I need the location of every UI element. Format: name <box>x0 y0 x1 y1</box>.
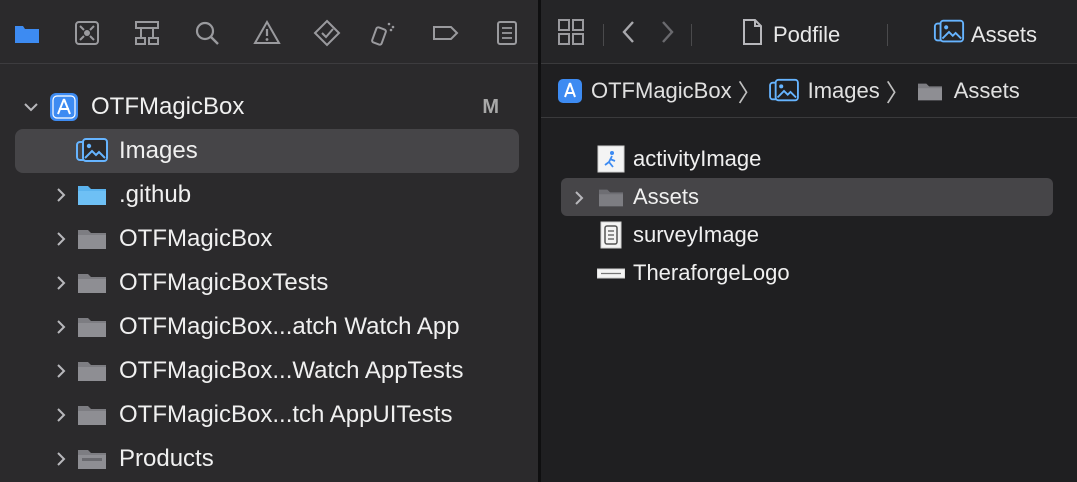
chevron-right-icon[interactable] <box>51 361 71 381</box>
image-set-icon <box>597 221 625 249</box>
document-icon <box>741 18 763 51</box>
tree-row-label: OTFMagicBox...Watch AppTests <box>119 357 464 384</box>
asset-label: activityImage <box>633 146 762 171</box>
chevron-right-icon[interactable] <box>51 405 71 425</box>
tab-assets[interactable]: Assets <box>933 18 1037 51</box>
toolbar-divider <box>887 24 888 46</box>
source-control-icon[interactable] <box>72 18 102 48</box>
folder-blue-icon <box>75 180 109 210</box>
editor-tab-bar: Podfile Assets <box>541 0 1077 64</box>
breadcrumb-label: Assets <box>953 77 1020 103</box>
image-set-icon <box>597 145 625 173</box>
asset-catalog-icon <box>768 78 800 104</box>
chevron-right-icon[interactable] <box>51 229 71 249</box>
asset-label: Assets <box>633 184 700 209</box>
modified-badge: M <box>482 95 499 118</box>
chevron-right-icon[interactable] <box>569 188 589 208</box>
project-navigator: OTFMagicBox M Images .github OTFMagicBox <box>0 0 538 482</box>
folder-icon <box>75 224 109 254</box>
tree-row-label: OTFMagicBox <box>119 225 273 252</box>
tree-row-folder[interactable]: OTFMagicBox...atch Watch App <box>15 305 519 349</box>
tree-row-label: Products <box>119 445 214 472</box>
app-icon <box>47 92 81 122</box>
tab-podfile[interactable]: Podfile <box>741 18 840 51</box>
folder-icon <box>75 356 109 386</box>
tree-row-label: Images <box>119 137 198 164</box>
folder-icon <box>75 268 109 298</box>
tree-row-folder[interactable]: OTFMagicBox <box>15 217 519 261</box>
folder-icon <box>916 79 944 103</box>
grid-icon[interactable] <box>557 18 585 46</box>
project-name: OTFMagicBox <box>91 93 245 120</box>
hierarchy-icon[interactable] <box>132 18 162 48</box>
tree-row-folder[interactable]: OTFMagicBox...Watch AppTests <box>15 349 519 393</box>
image-set-icon <box>597 259 625 287</box>
chevron-right-icon[interactable] <box>51 449 71 469</box>
chevron-right-icon[interactable] <box>51 185 71 205</box>
tree-row-label: OTFMagicBoxTests <box>119 269 329 296</box>
asset-label: surveyImage <box>633 222 759 247</box>
tree-row-images[interactable]: Images <box>15 129 519 173</box>
tab-label: Podfile <box>773 21 841 47</box>
warning-icon[interactable] <box>252 18 282 48</box>
breadcrumb-separator-icon: 〉 <box>737 80 762 107</box>
breadcrumb-assets[interactable]: Assets <box>916 78 1020 104</box>
tab-label: Assets <box>971 21 1038 47</box>
breadcrumb-separator-icon: 〉 <box>885 80 910 107</box>
breakpoint-icon[interactable] <box>430 18 460 48</box>
app-icon <box>557 78 583 104</box>
navigator-toolbar <box>0 0 538 64</box>
tree-row-folder[interactable]: OTFMagicBox...tch AppUITests <box>15 393 519 437</box>
breadcrumb-images[interactable]: Images <box>768 78 880 104</box>
jump-bar: OTFMagicBox 〉 Images 〉 Assets <box>541 64 1077 118</box>
report-icon[interactable] <box>492 18 522 48</box>
asset-catalog-icon <box>75 136 109 166</box>
asset-catalog-icon <box>933 18 965 51</box>
breadcrumb-project[interactable]: OTFMagicBox <box>557 78 732 104</box>
tree-row-github[interactable]: .github <box>15 173 519 217</box>
folder-icon <box>597 183 625 211</box>
toolbar-divider <box>691 24 692 46</box>
folder-icon[interactable] <box>12 18 42 48</box>
toolbar-divider <box>603 24 604 46</box>
asset-row[interactable]: activityImage <box>561 140 1053 178</box>
back-chevron-icon[interactable] <box>619 18 639 46</box>
tree-row-project[interactable]: OTFMagicBox M <box>15 85 519 129</box>
editor-area: Podfile Assets OTFMagicBox 〉 Images 〉 As… <box>541 0 1077 482</box>
tree-row-products[interactable]: Products <box>15 437 519 481</box>
breadcrumb-label: OTFMagicBox <box>591 77 732 103</box>
asset-row-selected[interactable]: Assets <box>561 178 1053 216</box>
folder-icon <box>75 400 109 430</box>
folder-icon <box>75 444 109 474</box>
breadcrumb-label: Images <box>807 77 880 103</box>
chevron-right-icon[interactable] <box>51 273 71 293</box>
folder-icon <box>75 312 109 342</box>
asset-row[interactable]: TheraforgeLogo <box>561 254 1053 292</box>
chevron-down-icon[interactable] <box>21 97 41 117</box>
forward-chevron-icon[interactable] <box>657 18 677 46</box>
tree-row-label: OTFMagicBox...tch AppUITests <box>119 401 453 428</box>
asset-row[interactable]: surveyImage <box>561 216 1053 254</box>
tree-row-label: OTFMagicBox...atch Watch App <box>119 313 460 340</box>
tree-row-folder[interactable]: OTFMagicBoxTests <box>15 261 519 305</box>
asset-label: TheraforgeLogo <box>633 260 790 285</box>
debug-icon[interactable] <box>368 18 398 48</box>
test-icon[interactable] <box>312 18 342 48</box>
search-icon[interactable] <box>192 18 222 48</box>
tree-row-label: .github <box>119 181 192 208</box>
chevron-right-icon[interactable] <box>51 317 71 337</box>
